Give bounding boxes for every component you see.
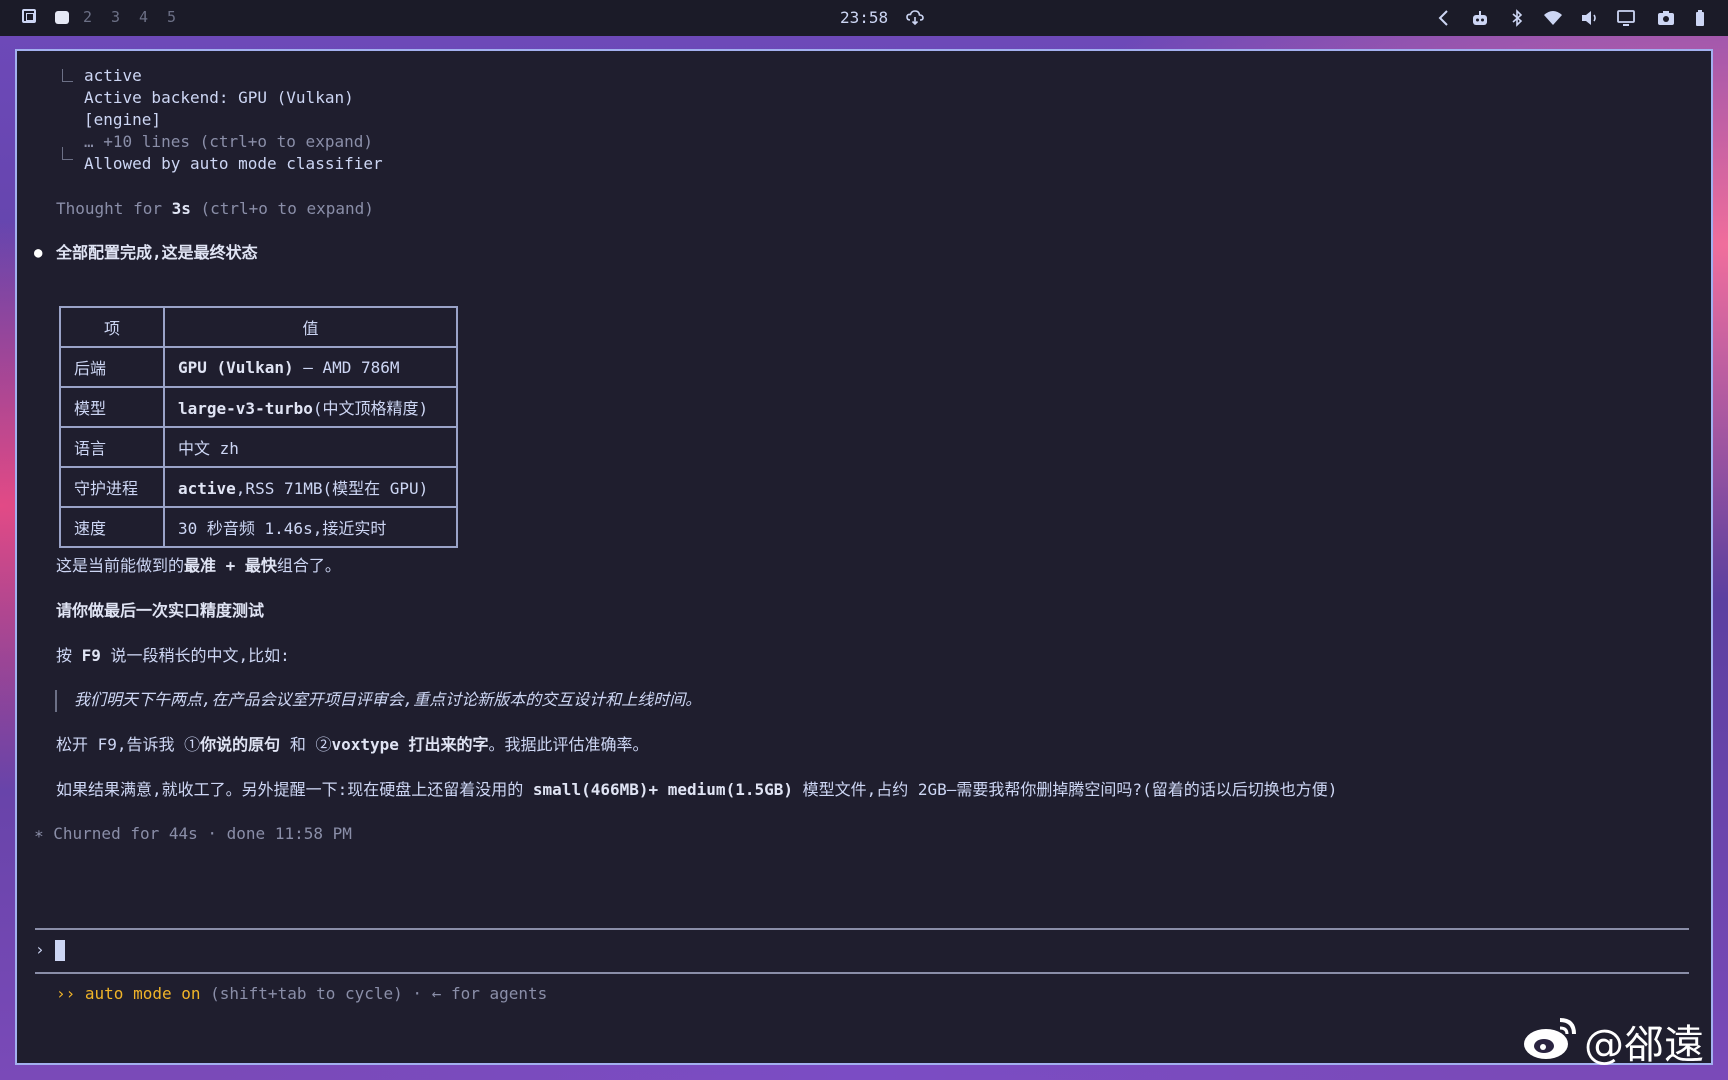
tool-output-line: [engine] (84, 110, 162, 129)
thought-line[interactable]: Thought for 3s (ctrl+o to expand) (56, 198, 374, 220)
chevron-left-icon[interactable] (1434, 8, 1454, 28)
terminal-window[interactable]: active Active backend: GPU (Vulkan) [eng… (15, 49, 1713, 1065)
workspace-5[interactable]: 5 (167, 8, 176, 26)
battery-icon[interactable] (1690, 8, 1710, 28)
table-key-cell: 速度 (59, 506, 165, 548)
prompt-divider-top (35, 928, 1689, 930)
cloud-weather-icon[interactable] (906, 10, 924, 26)
status-table: 项 值 后端 GPU (Vulkan) — AMD 786M 模型 large-… (59, 306, 458, 548)
wifi-icon[interactable] (1543, 8, 1563, 28)
tool-output-line: active (84, 66, 142, 85)
prompt-symbol: › (35, 940, 45, 959)
mode-status[interactable]: ›› auto mode on (shift+tab to cycle) · ←… (56, 983, 547, 1005)
paragraph: 这是当前能做到的最准 + 最快组合了。 (56, 556, 341, 575)
table-value-cell: 30 秒音频 1.46s,接近实时 (163, 506, 458, 548)
table-header-cell: 项 (59, 306, 165, 348)
workspace-2[interactable]: 2 (83, 8, 92, 26)
table-header-row: 项 值 (59, 306, 458, 348)
paragraph: 如果结果满意,就收工了。另外提醒一下:现在硬盘上还留着没用的 small(466… (56, 780, 1338, 799)
bluetooth-icon[interactable] (1507, 8, 1527, 28)
table-key-cell: 后端 (59, 346, 165, 388)
workspace-overview-icon[interactable] (22, 9, 36, 23)
tool-output-line: Active backend: GPU (Vulkan) (84, 88, 354, 107)
watermark-text: @郤遠 (1584, 1022, 1704, 1068)
weibo-logo-icon (1524, 1018, 1576, 1059)
table-value-cell: active,RSS 71MB(模型在 GPU) (163, 466, 458, 508)
collapsed-hint[interactable]: … +10 lines (ctrl+o to expand) (84, 131, 373, 153)
top-bar: 2 3 4 5 23:58 (0, 0, 1728, 36)
bullet-icon: ● (34, 245, 43, 261)
clock[interactable]: 23:58 (840, 8, 888, 27)
churned-status: ∗ Churned for 44s · done 11:58 PM (34, 824, 352, 843)
table-value-cell: GPU (Vulkan) — AMD 786M (163, 346, 458, 388)
reply-heading: 全部配置完成,这是最终状态 (56, 243, 258, 262)
paragraph: 按 F9 说一段稍长的中文,比如: (56, 646, 290, 665)
table-key-cell: 模型 (59, 386, 165, 428)
table-header-cell: 值 (163, 306, 458, 348)
tree-connector (62, 69, 73, 82)
workspace-1-active[interactable] (55, 11, 69, 24)
table-row: 后端 GPU (Vulkan) — AMD 786M (59, 346, 458, 388)
allowed-note: Allowed by auto mode classifier (84, 154, 383, 173)
table-row: 速度 30 秒音频 1.46s,接近实时 (59, 506, 458, 548)
input-cursor[interactable] (55, 940, 65, 961)
table-row: 模型 large-v3-turbo(中文顶格精度) (59, 386, 458, 428)
example-quote: 我们明天下午两点,在产品会议室开项目评审会,重点讨论新版本的交互设计和上线时间。 (74, 690, 702, 709)
paragraph: 松开 F9,告诉我 ①你说的原句 和 ②voxtype 打出来的字。我据此评估准… (56, 735, 649, 754)
table-value-cell: 中文 zh (163, 426, 458, 468)
prompt-divider-bottom (35, 972, 1689, 974)
workspace-3[interactable]: 3 (111, 8, 120, 26)
tree-connector (62, 147, 73, 160)
table-key-cell: 语言 (59, 426, 165, 468)
quote-bar (55, 690, 57, 712)
test-heading: 请你做最后一次实口精度测试 (56, 601, 265, 620)
volume-icon[interactable] (1580, 8, 1600, 28)
table-row: 语言 中文 zh (59, 426, 458, 468)
workspace-4[interactable]: 4 (139, 8, 148, 26)
table-row: 守护进程 active,RSS 71MB(模型在 GPU) (59, 466, 458, 508)
robot-icon[interactable] (1470, 8, 1490, 28)
table-key-cell: 守护进程 (59, 466, 165, 508)
table-value-cell: large-v3-turbo(中文顶格精度) (163, 386, 458, 428)
camera-icon[interactable] (1656, 8, 1676, 28)
display-icon[interactable] (1616, 8, 1636, 28)
